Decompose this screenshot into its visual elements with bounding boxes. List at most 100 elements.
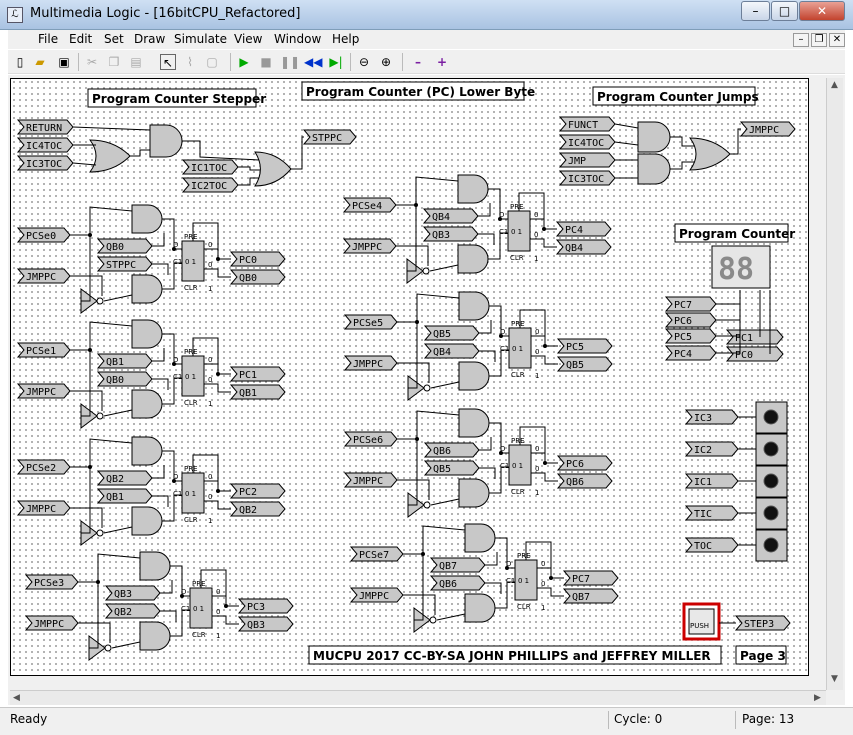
inverter-bubble	[422, 267, 430, 275]
ff-clr-label: CLR	[511, 371, 525, 379]
wire	[111, 641, 141, 649]
status-ready: Ready	[10, 712, 48, 726]
wire	[479, 350, 496, 362]
pin-pc-out-0-label: PC0	[239, 255, 257, 266]
pin-pcsel-2-label: PCSe2	[26, 463, 56, 474]
wire-junction	[415, 437, 419, 441]
and-gate[interactable]	[464, 523, 496, 553]
wire	[204, 268, 231, 278]
and-gate[interactable]	[457, 174, 489, 204]
ff-q-label: 0	[208, 473, 212, 481]
and-gate[interactable]	[464, 593, 496, 623]
wire	[430, 498, 460, 506]
and-gate[interactable]	[458, 361, 490, 391]
and-gate[interactable]	[139, 551, 171, 581]
wire	[152, 263, 169, 275]
ff-one-label: 1	[208, 400, 212, 408]
wire-junction	[414, 203, 418, 207]
wire	[614, 123, 639, 129]
wire	[485, 582, 502, 594]
pin-q-in-5-label: QB5	[433, 329, 451, 340]
wire	[152, 233, 165, 247]
pin-q-prev-2-label: QB1	[106, 492, 124, 503]
wire	[716, 290, 741, 305]
ff-qn-label: 0	[208, 376, 212, 384]
pin-jmppc-7-label: JMPPC	[359, 591, 389, 602]
wire	[403, 525, 466, 555]
pin-return-label: RETURN	[26, 123, 62, 134]
and-gate[interactable]	[139, 621, 171, 651]
pin-qb-out-3-label: QB3	[247, 620, 265, 631]
pin-qb-out-7-label: QB7	[572, 592, 590, 603]
pin-pcsel-0-label: PCSe0	[26, 231, 56, 242]
wire	[614, 141, 639, 146]
wire-junction	[96, 580, 100, 584]
ff-pre-label: PRE	[510, 203, 524, 211]
and-gate[interactable]	[458, 478, 490, 508]
and-gate[interactable]	[458, 291, 490, 321]
led-lamp	[763, 441, 779, 457]
pin-pc-out-2-label: PC2	[239, 487, 257, 498]
status-bar: Ready Cycle: 0 Page: 13	[0, 707, 853, 735]
pin-jmppc-4-label: JMPPC	[352, 242, 382, 253]
and-gate[interactable]	[637, 121, 671, 153]
wire	[162, 333, 182, 365]
or-gate[interactable]	[254, 151, 292, 187]
pin-q-in-2-label: QB2	[106, 474, 124, 485]
wire	[531, 355, 558, 365]
wire	[489, 466, 509, 494]
pin-jmppc-3-label: JMPPC	[34, 619, 64, 630]
wire	[70, 321, 133, 351]
ff-cell-label: 0 1	[512, 462, 523, 470]
pin-led-tic-label: TIC	[694, 509, 712, 520]
wire-junction	[88, 348, 92, 352]
wire	[103, 294, 133, 302]
inverter-bubble	[429, 616, 437, 624]
and-gate[interactable]	[131, 319, 163, 349]
wire-junction	[543, 344, 547, 348]
pin-step3-out-label: STEP3	[744, 619, 774, 630]
wire	[397, 293, 460, 323]
pin-stppc-out-label: STPPC	[312, 133, 342, 144]
status-page: Page: 13	[742, 712, 795, 726]
and-gate[interactable]	[149, 124, 183, 158]
pin-pc-out-5-label: PC5	[566, 342, 584, 353]
pin-disp-pc7-label: PC7	[674, 300, 692, 311]
pin-q-in-6-label: QB6	[433, 446, 451, 457]
pin-jmppc-out-label: JMPPC	[749, 125, 779, 136]
and-gate[interactable]	[457, 244, 489, 274]
pin-ic4toc-a-label: IC4TOC	[26, 141, 62, 152]
led-lamp	[763, 473, 779, 489]
ff-cell-label: 0 1	[185, 373, 196, 381]
wire	[531, 472, 558, 482]
wire	[716, 290, 741, 321]
pin-q-in-3-label: QB3	[114, 589, 132, 600]
and-gate[interactable]	[458, 408, 490, 438]
ff-q-label: 0	[535, 445, 539, 453]
wire	[130, 149, 150, 157]
ff-clr-label: CLR	[184, 399, 198, 407]
pin-led-ic3-label: IC3	[694, 413, 712, 424]
ff-qn-label: 0	[534, 231, 538, 239]
ff-q-label: 0	[216, 588, 220, 596]
ff-clr-label: CLR	[184, 284, 198, 292]
ff-qn-label: 0	[216, 608, 220, 616]
and-gate[interactable]	[131, 389, 163, 419]
wire	[479, 437, 492, 451]
circuit-diagram: Program Counter Stepper Program Counter (…	[16, 81, 796, 665]
and-gate[interactable]	[131, 436, 163, 466]
wire	[530, 238, 557, 248]
and-gate[interactable]	[131, 506, 163, 536]
wire-junction	[498, 217, 502, 221]
pin-qb-out-5-label: QB5	[566, 360, 584, 371]
and-gate[interactable]	[131, 274, 163, 304]
ff-pre-label: PRE	[511, 437, 525, 445]
pin-jmppc-0-label: JMPPC	[26, 272, 56, 283]
and-gate[interactable]	[637, 153, 671, 185]
wire	[436, 613, 466, 621]
or-gate[interactable]	[689, 137, 731, 171]
pin-qb-out-4-label: QB4	[565, 243, 583, 254]
inverter-bubble	[423, 501, 431, 509]
wire-junction	[172, 362, 176, 366]
and-gate[interactable]	[131, 204, 163, 234]
